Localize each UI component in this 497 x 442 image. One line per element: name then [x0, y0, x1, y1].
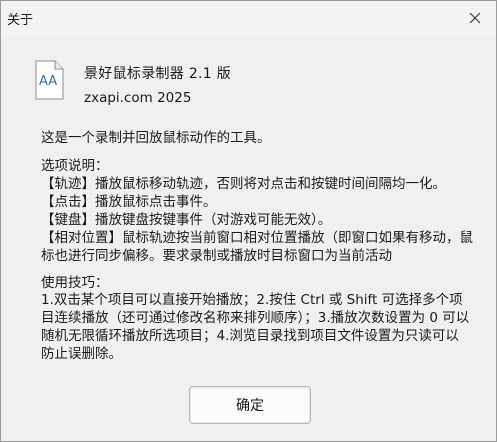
option-line: 【轨迹】播放鼠标移动轨迹，否则将对点击和按键时间间隔均一化。	[41, 176, 446, 192]
option-line: 【键盘】播放键盘按键事件（对游戏可能无效）。	[41, 212, 332, 228]
tips-body: 1.双击某个项目可以直接开始播放；2.按住 Ctrl 或 Shift 可选择多个…	[41, 292, 470, 362]
ok-button[interactable]: 确定	[189, 386, 311, 424]
tips-title: 使用技巧：	[41, 271, 109, 292]
app-website: zxapi.com 2025	[84, 90, 192, 106]
options-title: 选项说明：	[41, 158, 109, 174]
icon-text: AA	[39, 74, 57, 89]
option-line: 【相对位置】鼠标轨迹按当前窗口相对位置播放（即窗口如果有移动，鼠标也进行同步偏移…	[41, 230, 473, 264]
options-section: 选项说明： 【轨迹】播放鼠标移动轨迹，否则将对点击和按键时间间隔均一化。 【点击…	[41, 157, 476, 273]
close-icon	[469, 12, 481, 24]
about-dialog: 关于 AA 景好鼠标录制器 2.1 版 zxapi.com 2025 这是一个录…	[0, 0, 497, 442]
option-line: 【点击】播放鼠标点击事件。	[41, 194, 217, 210]
app-name: 景好鼠标录制器 2.1 版	[84, 66, 232, 82]
close-button[interactable]	[460, 5, 490, 31]
title-bar: 关于	[1, 1, 496, 35]
window-title: 关于	[7, 13, 34, 28]
app-description: 这是一个录制并回放鼠标动作的工具。	[41, 130, 271, 146]
document-aa-icon: AA	[35, 60, 64, 100]
